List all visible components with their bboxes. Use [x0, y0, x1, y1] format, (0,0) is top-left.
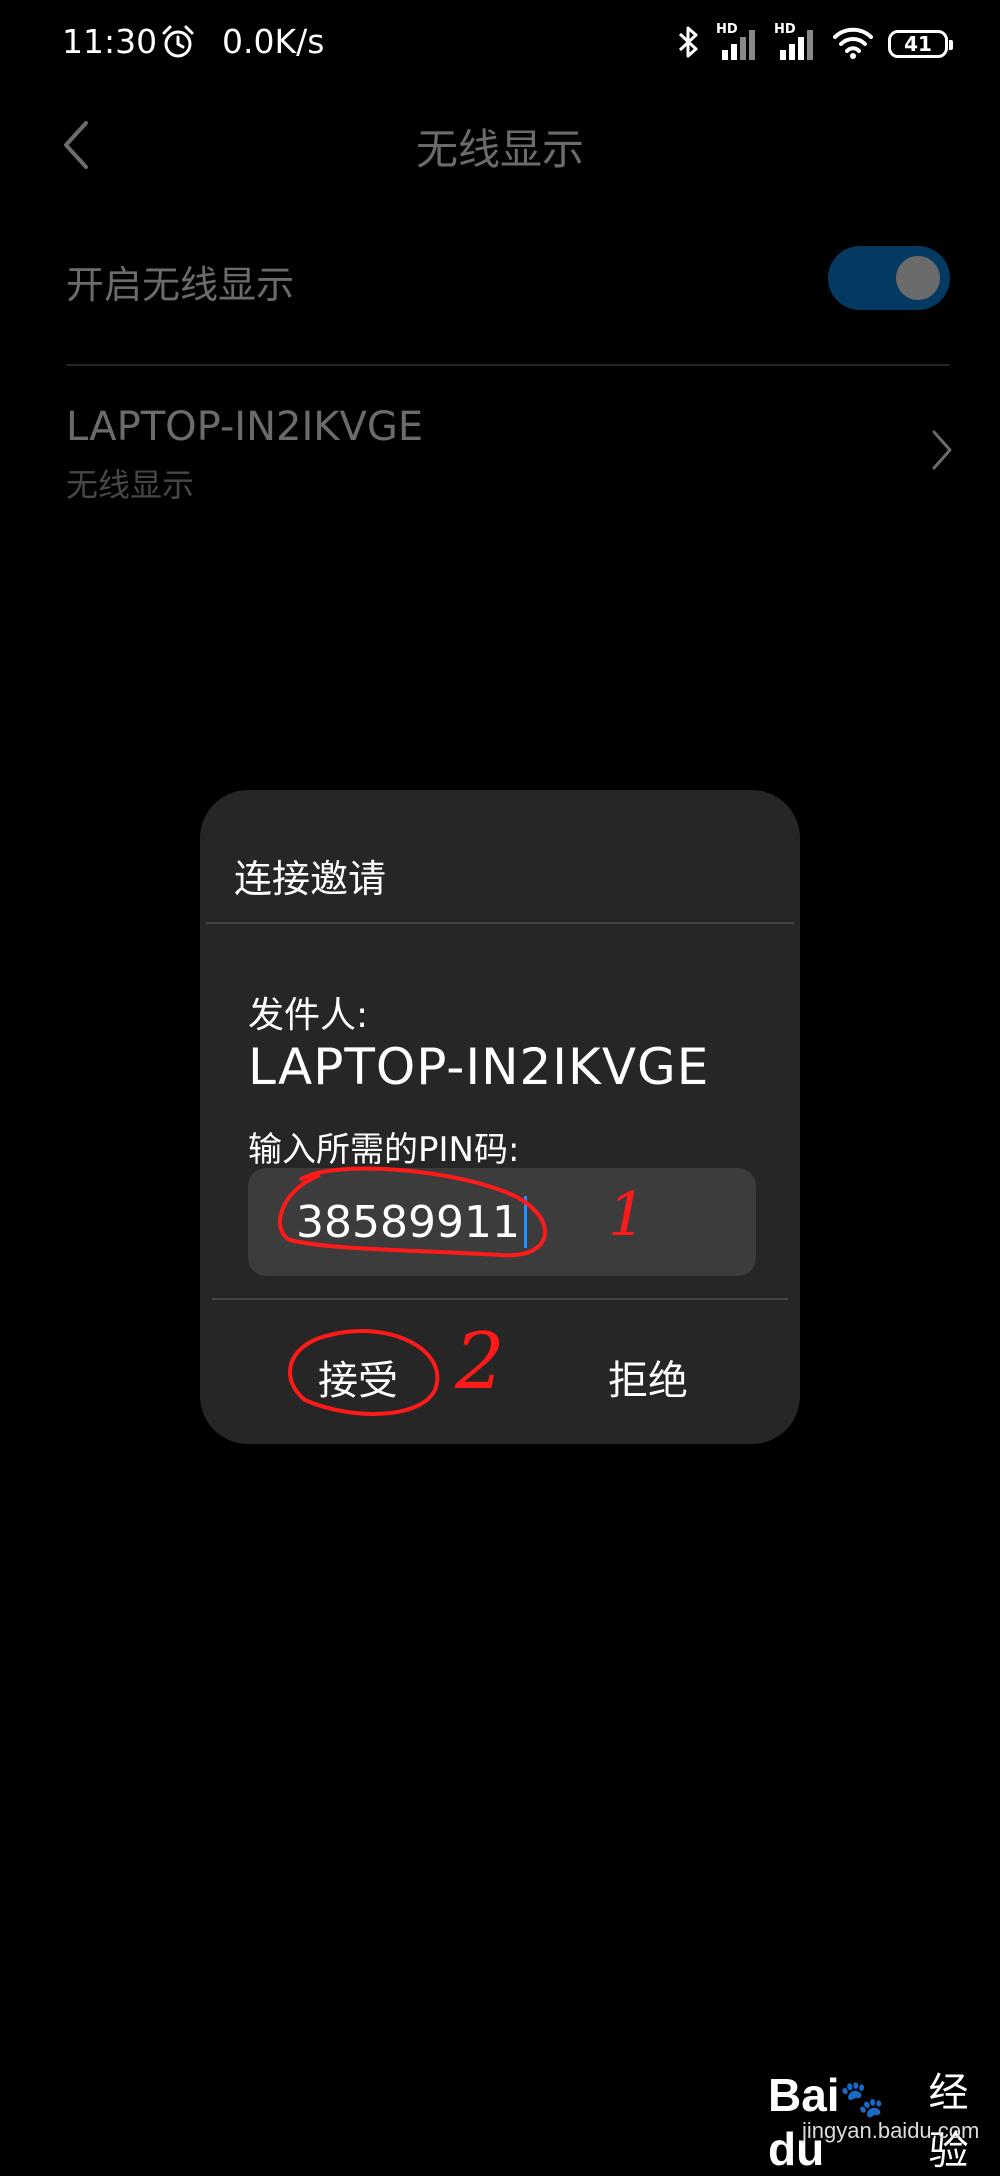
pin-value: 38589911: [296, 1196, 520, 1248]
accept-button[interactable]: 接受: [318, 1348, 398, 1406]
device-name[interactable]: LAPTOP-IN2IKVGE: [66, 404, 423, 450]
status-time: 11:30: [62, 22, 158, 61]
dialog-title: 连接邀请: [234, 857, 387, 901]
watermark-url: jingyan.baidu.com: [802, 2118, 980, 2143]
connection-invite-dialog: 连接邀请 发件人: LAPTOP-IN2IKVGE 输入所需的PIN码: 385…: [200, 790, 800, 1444]
wireless-display-toggle[interactable]: [828, 246, 950, 310]
text-caret: [523, 1196, 527, 1248]
page-title: 无线显示: [415, 125, 584, 174]
reject-button[interactable]: 拒绝: [608, 1348, 688, 1406]
status-icons: HD HD 41: [676, 22, 953, 64]
toggle-knob: [896, 256, 940, 300]
battery-icon: 41: [888, 30, 953, 58]
wireless-display-label: 开启无线显示: [66, 263, 295, 307]
chevron-right-icon[interactable]: [930, 428, 954, 472]
bluetooth-icon: [676, 24, 702, 64]
divider: [206, 922, 794, 924]
network-speed: 0.0K/s: [222, 22, 325, 61]
divider: [66, 364, 950, 366]
pin-input[interactable]: 38589911: [248, 1168, 756, 1276]
sender-name: LAPTOP-IN2IKVGE: [248, 1038, 710, 1096]
paw-icon: 🐾: [839, 2078, 885, 2119]
baidu-logo-text: Bai: [768, 2069, 840, 2121]
pin-label: 输入所需的PIN码:: [248, 1130, 520, 1170]
sender-label: 发件人:: [248, 995, 369, 1036]
status-bar: 11:30 0.0K/s HD HD 41: [0, 0, 1000, 90]
signal-icon-2: HD: [774, 22, 818, 62]
device-subtitle: 无线显示: [66, 466, 195, 504]
signal-icon-1: HD: [716, 22, 760, 62]
wifi-icon: [832, 25, 874, 63]
alarm-icon: [160, 24, 196, 64]
divider: [212, 1298, 788, 1300]
